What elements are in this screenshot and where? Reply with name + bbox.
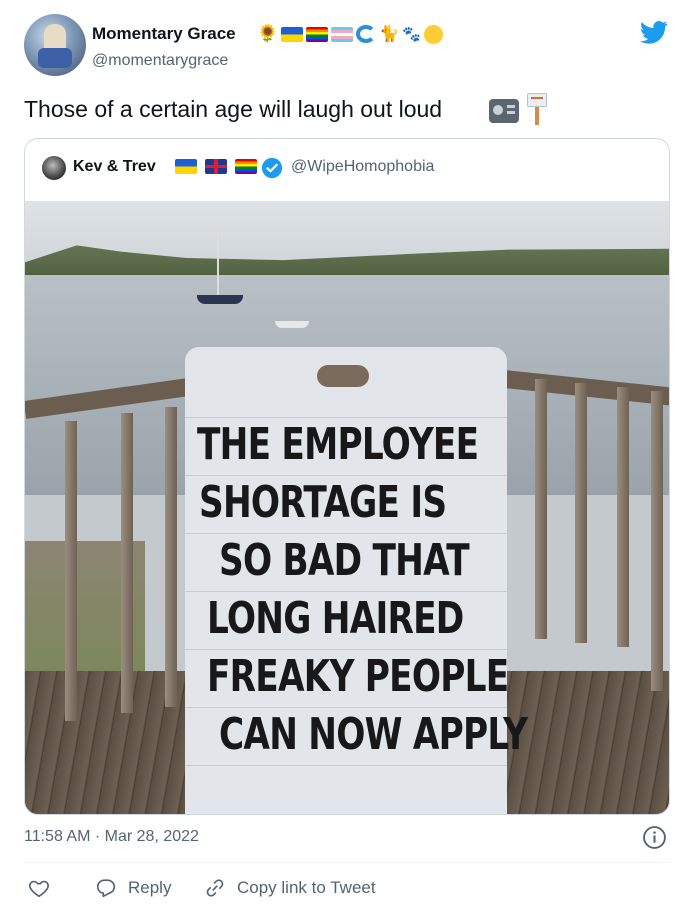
sign-text-line-3: SO BAD THAT [219, 535, 470, 586]
rainbow-flag-emoji [235, 159, 257, 174]
radio-emoji [489, 99, 519, 123]
railing-post [651, 391, 663, 691]
author-handle[interactable]: @momentarygrace [92, 52, 228, 70]
footer-divider [24, 862, 670, 863]
sailboat-mast [217, 225, 219, 297]
twitter-bird-icon[interactable] [639, 18, 669, 46]
avatar-boat [38, 48, 72, 68]
ukraine-flag-emoji [175, 159, 197, 174]
quoted-author-name[interactable]: Kev & Trev [73, 158, 156, 176]
black-cat-emoji: 🐈 [379, 26, 400, 43]
sunflower-emoji: 🌻 [257, 24, 279, 43]
sign-line [185, 707, 507, 708]
like-button[interactable] [28, 877, 60, 899]
railing-post [575, 383, 587, 643]
ukraine-flag-emoji [281, 26, 304, 42]
sign-text-line-4: LONG HAIRED [207, 593, 464, 644]
sign-line [185, 417, 507, 418]
sign-line [185, 765, 507, 766]
upside-down-face-emoji [423, 24, 443, 44]
wave-emoji [356, 25, 377, 43]
paw-prints-emoji: 🐾 [402, 26, 421, 43]
info-icon[interactable] [642, 825, 667, 850]
copy-link-button[interactable]: Copy link to Tweet [203, 877, 376, 899]
quoted-author-handle[interactable]: @WipeHomophobia [291, 158, 434, 176]
railing-post [535, 379, 547, 639]
motorboat [275, 321, 309, 328]
sign-text-line-1: THE EMPLOYEE [197, 419, 479, 470]
railing-post [65, 421, 77, 721]
tweet-text: Those of a certain age will laugh out lo… [24, 96, 443, 122]
railing-post [121, 413, 133, 713]
tweet-timestamp[interactable]: 11:58 AM · Mar 28, 2022 [24, 828, 199, 846]
trans-flag-emoji [331, 26, 354, 42]
verified-badge-icon [261, 157, 283, 179]
quoted-tweet-photo[interactable]: THE EMPLOYEE SHORTAGE IS SO BAD THAT LON… [25, 201, 669, 814]
quoted-author-flags [175, 159, 257, 174]
reply-button[interactable]: Reply [94, 877, 171, 899]
tweet-card: Momentary Grace 🌻 🐈 🐾 @momentarygrace Th… [0, 0, 693, 904]
copy-link-label: Copy link to Tweet [237, 878, 376, 897]
quoted-tweet[interactable]: Kev & Trev @WipeHomophobia THE EMPLOYEE … [24, 138, 670, 815]
sign-line [185, 649, 507, 650]
rainbow-flag-emoji [306, 26, 329, 42]
link-icon [206, 879, 224, 897]
sign-text-line-6: CAN NOW APPLY [219, 709, 528, 760]
railing-post [165, 407, 177, 707]
reply-icon [96, 879, 116, 898]
railing-post [617, 387, 629, 647]
author-name-emojis: 🌻 🐈 🐾 [257, 24, 443, 44]
sailboat [197, 295, 243, 304]
sign-line [185, 591, 507, 592]
letter-board-sign: THE EMPLOYEE SHORTAGE IS SO BAD THAT LON… [185, 347, 528, 814]
tweet-text-emojis [489, 93, 549, 125]
sign-line [185, 533, 507, 534]
sign-text-line-5: FREAKY PEOPLE [207, 651, 509, 702]
heart-icon [29, 880, 49, 898]
sign-text-line-2: SHORTAGE IS [199, 477, 447, 528]
placard-emoji [525, 93, 549, 125]
author-avatar[interactable] [24, 14, 86, 76]
sign-line [185, 475, 507, 476]
reply-label: Reply [128, 878, 172, 897]
author-name[interactable]: Momentary Grace [92, 24, 236, 44]
sign-handle [317, 365, 369, 387]
uk-flag-emoji [205, 159, 227, 174]
quoted-author-avatar[interactable] [42, 156, 66, 180]
